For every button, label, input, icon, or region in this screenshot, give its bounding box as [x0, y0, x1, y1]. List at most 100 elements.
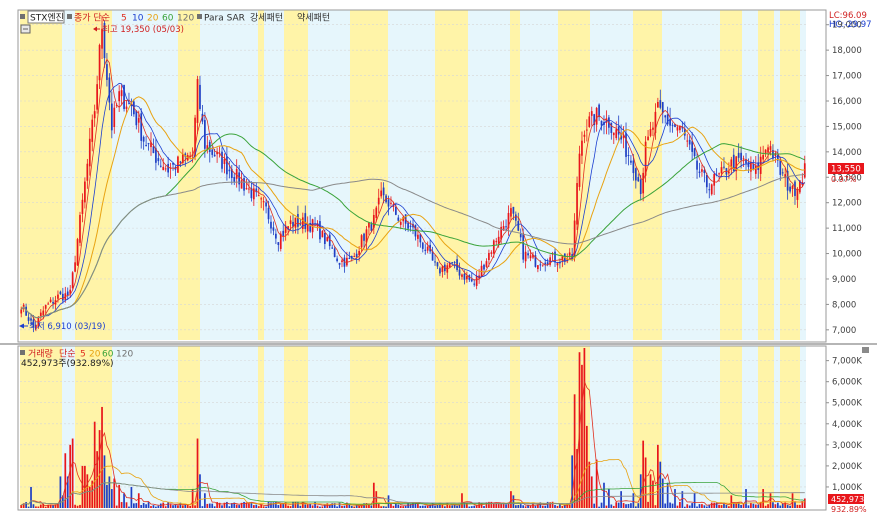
volume-bar[interactable]: [262, 506, 265, 508]
candle[interactable]: [243, 177, 245, 191]
candle[interactable]: [98, 45, 101, 81]
volume-bar[interactable]: [181, 505, 184, 508]
volume-bar[interactable]: [306, 504, 309, 508]
volume-bar[interactable]: [698, 504, 701, 508]
volume-bar[interactable]: [730, 495, 733, 508]
volume-bar[interactable]: [718, 504, 720, 508]
volume-bar[interactable]: [37, 506, 40, 508]
volume-bar[interactable]: [211, 503, 214, 508]
candle[interactable]: [270, 221, 272, 229]
candle[interactable]: [485, 261, 488, 267]
volume-bar[interactable]: [546, 501, 549, 508]
candle[interactable]: [382, 187, 385, 196]
volume-bar[interactable]: [461, 493, 463, 508]
volume-bar[interactable]: [255, 504, 258, 508]
volume-bar[interactable]: [468, 506, 471, 508]
candle[interactable]: [708, 189, 711, 191]
volume-bar[interactable]: [147, 502, 150, 508]
candle[interactable]: [475, 276, 478, 286]
volume-bar[interactable]: [196, 438, 199, 508]
volume-bar[interactable]: [725, 504, 728, 508]
candle[interactable]: [387, 199, 390, 207]
candle[interactable]: [355, 253, 358, 258]
volume-bar[interactable]: [133, 503, 135, 508]
candle[interactable]: [779, 159, 782, 175]
candle[interactable]: [42, 310, 45, 316]
volume-bar[interactable]: [208, 503, 211, 508]
candle[interactable]: [84, 181, 86, 203]
candle[interactable]: [265, 202, 267, 207]
candle[interactable]: [213, 154, 216, 157]
volume-bar[interactable]: [299, 505, 302, 508]
volume-bar[interactable]: [764, 505, 767, 508]
volume-bar[interactable]: [88, 486, 91, 508]
candle[interactable]: [470, 279, 473, 282]
volume-bar[interactable]: [191, 489, 194, 508]
candle[interactable]: [581, 140, 583, 156]
volume-bar[interactable]: [774, 504, 777, 508]
candle[interactable]: [769, 146, 772, 150]
volume-bar[interactable]: [559, 504, 561, 508]
volume-bar[interactable]: [534, 506, 537, 508]
candle[interactable]: [44, 305, 47, 309]
candle[interactable]: [81, 199, 84, 214]
volume-bar[interactable]: [110, 489, 113, 508]
volume-bar[interactable]: [321, 506, 324, 508]
candle[interactable]: [74, 262, 76, 272]
candle[interactable]: [544, 262, 547, 265]
candle[interactable]: [539, 264, 542, 266]
candle[interactable]: [576, 183, 578, 225]
candle[interactable]: [211, 149, 214, 155]
volume-bar[interactable]: [529, 505, 532, 508]
volume-bar[interactable]: [98, 430, 101, 508]
candle[interactable]: [79, 214, 81, 243]
volume-bar[interactable]: [696, 506, 698, 508]
volume-bar[interactable]: [125, 502, 128, 508]
volume-bar[interactable]: [392, 505, 395, 508]
volume-bar[interactable]: [81, 465, 84, 508]
candle[interactable]: [323, 232, 326, 244]
candle[interactable]: [167, 163, 169, 173]
volume-bar[interactable]: [128, 506, 130, 508]
candle[interactable]: [652, 127, 654, 130]
candle[interactable]: [522, 234, 525, 260]
candle[interactable]: [96, 84, 98, 110]
candle[interactable]: [272, 227, 275, 231]
candle[interactable]: [578, 153, 581, 187]
candle[interactable]: [537, 265, 539, 270]
volume-bar[interactable]: [679, 501, 681, 508]
volume-bar[interactable]: [52, 505, 54, 508]
volume-bar[interactable]: [402, 506, 405, 508]
volume-bar[interactable]: [637, 503, 640, 508]
candle[interactable]: [306, 224, 309, 232]
candle[interactable]: [686, 140, 689, 142]
volume-bar[interactable]: [627, 503, 630, 508]
candle[interactable]: [260, 198, 263, 200]
volume-bar[interactable]: [803, 498, 806, 508]
candle[interactable]: [630, 160, 632, 163]
candle[interactable]: [612, 132, 615, 136]
volume-bar[interactable]: [390, 503, 392, 508]
volume-bar[interactable]: [426, 505, 429, 508]
volume-bar[interactable]: [776, 502, 779, 508]
candle[interactable]: [118, 91, 121, 102]
candle[interactable]: [120, 90, 123, 97]
volume-bar[interactable]: [475, 505, 478, 508]
volume-bar[interactable]: [199, 474, 201, 508]
volume-bar[interactable]: [781, 503, 784, 508]
volume-bar[interactable]: [799, 504, 801, 508]
candle[interactable]: [363, 233, 365, 241]
candle[interactable]: [439, 268, 441, 274]
candle[interactable]: [632, 160, 635, 174]
volume-bar[interactable]: [289, 506, 292, 508]
candle[interactable]: [647, 136, 649, 141]
volume-bar[interactable]: [590, 476, 593, 508]
candle[interactable]: [240, 180, 243, 189]
volume-bar[interactable]: [76, 505, 79, 508]
volume-bar[interactable]: [630, 503, 632, 508]
candle[interactable]: [108, 77, 111, 103]
candle[interactable]: [639, 179, 642, 194]
volume-bar[interactable]: [257, 506, 260, 508]
candle[interactable]: [71, 272, 74, 289]
volume-bar[interactable]: [287, 505, 289, 508]
